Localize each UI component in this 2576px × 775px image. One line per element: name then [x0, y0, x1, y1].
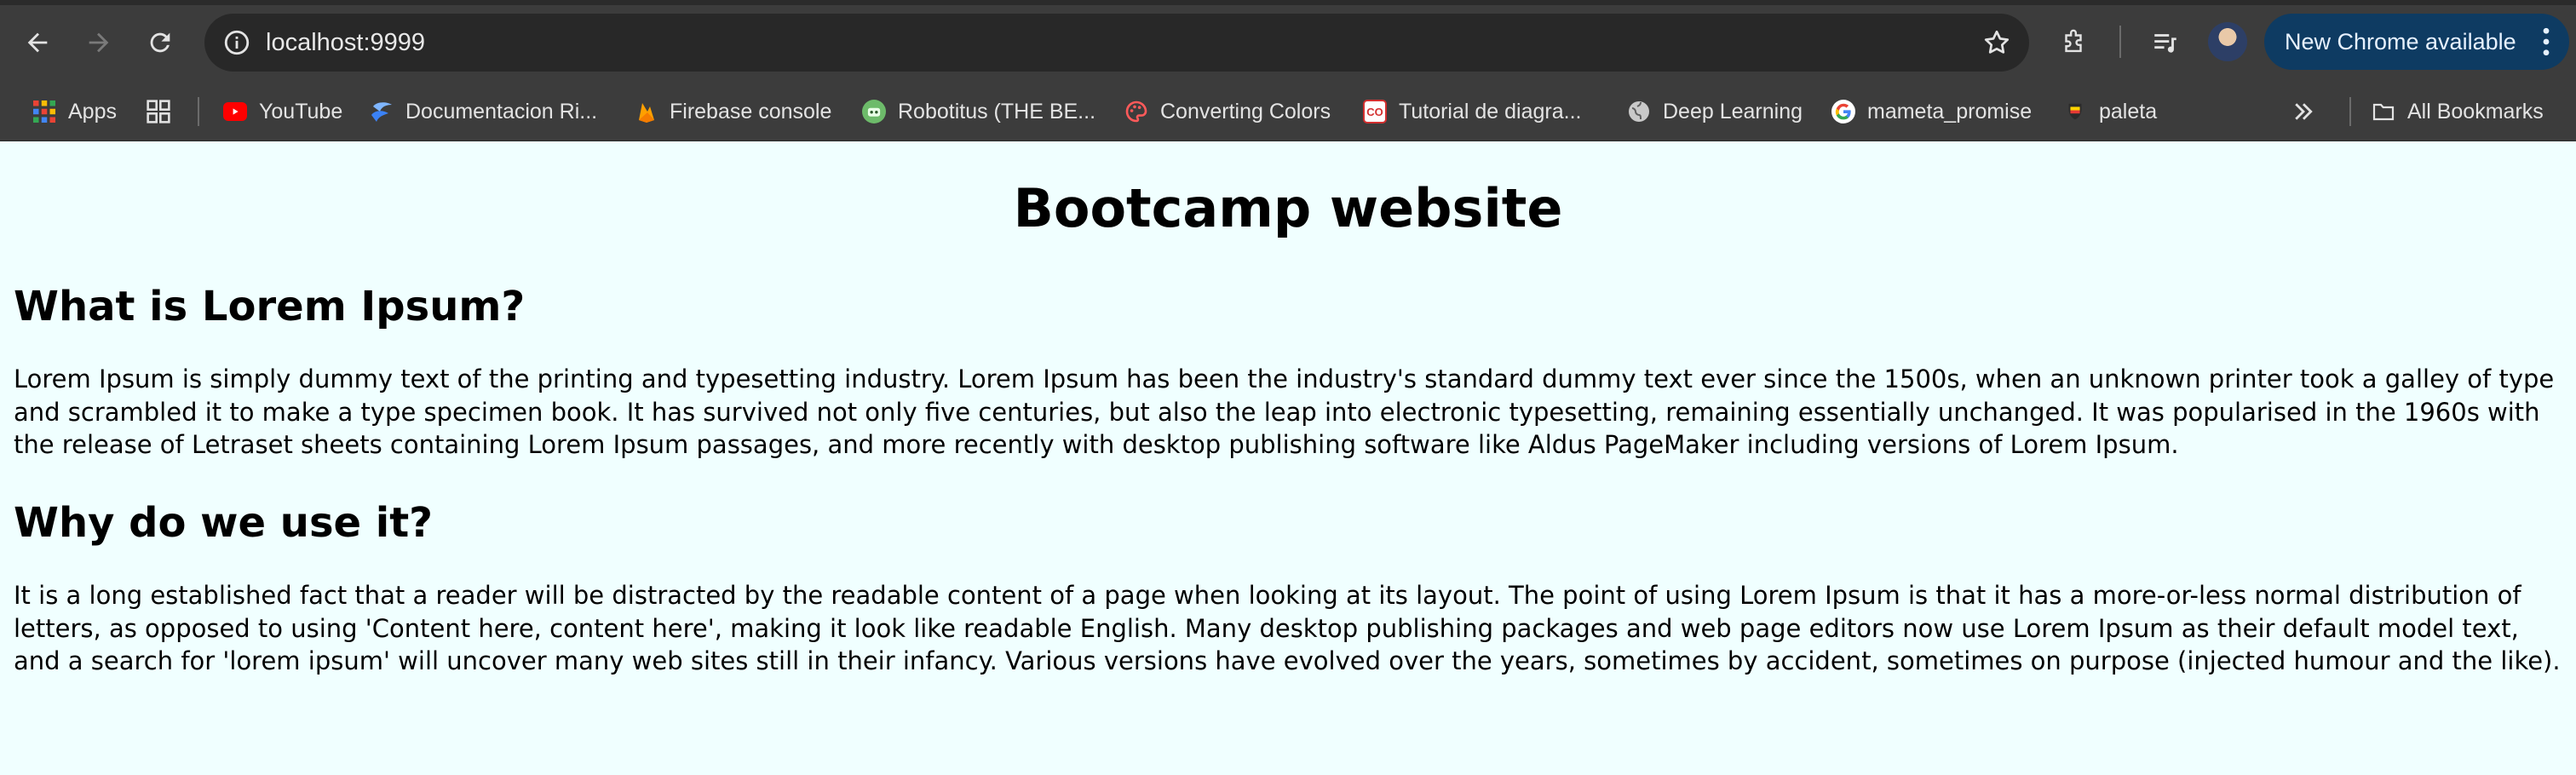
all-bookmarks-button[interactable]: All Bookmarks — [2372, 92, 2544, 131]
playlist-icon — [2154, 34, 2176, 53]
youtube-icon — [223, 102, 247, 121]
section-heading: Why do we use it? — [14, 499, 434, 547]
bookmark-label: Firebase console — [670, 99, 832, 123]
apps-grid-icon — [32, 100, 56, 123]
toolbar-divider — [2119, 26, 2121, 58]
bookmark-documentacion[interactable]: Documentacion Ri... — [370, 92, 597, 131]
section-heading: What is Lorem Ipsum? — [14, 283, 526, 330]
globe-icon — [1627, 100, 1651, 123]
bookmark-tutorial[interactable]: CO Tutorial de diagra... — [1363, 92, 1581, 131]
arrow-right-icon — [89, 32, 109, 53]
bookmark-label: YouTube — [259, 99, 343, 123]
bookmark-divider — [198, 97, 199, 126]
forward-button[interactable] — [75, 19, 123, 66]
bookmark-label: paleta — [2099, 99, 2158, 123]
bookmarks-bar: Apps YouTube Documentacion Ri... Firebas… — [0, 83, 2576, 141]
bookmark-divider — [2349, 97, 2351, 126]
reload-button[interactable] — [136, 19, 184, 66]
firebase-icon — [634, 100, 658, 123]
update-chrome-button[interactable]: New Chrome available — [2264, 14, 2569, 70]
bookmark-label: Converting Colors — [1160, 99, 1331, 123]
tab-groups-icon — [147, 100, 170, 123]
folder-icon — [2372, 100, 2395, 123]
chevron-double-right-icon — [2295, 103, 2313, 120]
docs-icon — [370, 100, 394, 123]
bookmark-youtube[interactable]: YouTube — [223, 92, 342, 131]
back-button[interactable] — [14, 19, 61, 66]
bookmark-apps[interactable]: Apps — [32, 92, 117, 131]
bookmark-converting-colors[interactable]: Converting Colors — [1124, 92, 1331, 131]
paleta-icon — [2063, 100, 2087, 123]
bookmark-mameta-promise[interactable]: mameta_promise — [1831, 92, 2032, 131]
menu-dots-icon — [2543, 27, 2550, 56]
google-icon — [1831, 100, 1855, 123]
bookmark-label: mameta_promise — [1867, 99, 2033, 123]
bookmark-robotitus[interactable]: Robotitus (THE BE... — [862, 92, 1095, 131]
puzzle-icon — [2065, 29, 2082, 53]
robot-icon — [862, 100, 886, 123]
co-icon: CO — [1363, 100, 1387, 123]
page-content: Bootcamp website What is Lorem Ipsum? Lo… — [0, 141, 2576, 775]
url-text: localhost:9999 — [266, 29, 426, 56]
all-bookmarks-label: All Bookmarks — [2407, 99, 2544, 123]
bookmark-label: Apps — [68, 99, 117, 123]
bookmark-label: Robotitus (THE BE... — [898, 99, 1096, 123]
update-chrome-label: New Chrome available — [2285, 28, 2516, 55]
section-paragraph: Lorem Ipsum is simply dummy text of the … — [14, 365, 2555, 459]
browser-toolbar: localhost:9999 New Chrome available — [0, 0, 2576, 83]
more-bookmarks-button[interactable] — [2291, 92, 2319, 131]
bookmark-paleta[interactable]: paleta — [2063, 92, 2157, 131]
address-bar[interactable]: localhost:9999 — [204, 14, 2029, 72]
bookmark-firebase[interactable]: Firebase console — [634, 92, 831, 131]
site-info-icon[interactable] — [220, 26, 254, 60]
profile-avatar[interactable] — [2208, 22, 2247, 61]
page-title: Bootcamp website — [1013, 177, 1563, 239]
bookmark-label: Documentacion Ri... — [405, 99, 598, 123]
extensions-button[interactable] — [2050, 19, 2097, 66]
bookmark-label: Tutorial de diagra... — [1399, 99, 1582, 123]
bookmark-label: Deep Learning — [1663, 99, 1803, 123]
media-controls-button[interactable] — [2142, 19, 2189, 66]
reload-icon — [150, 32, 170, 53]
section-paragraph: It is a long established fact that a rea… — [14, 581, 2561, 675]
bookmark-star-icon[interactable] — [1980, 26, 2014, 60]
tab-groups-button[interactable] — [147, 92, 182, 131]
arrow-left-icon — [27, 32, 48, 53]
palette-icon — [1124, 100, 1148, 123]
bookmark-deep-learning[interactable]: Deep Learning — [1627, 92, 1803, 131]
